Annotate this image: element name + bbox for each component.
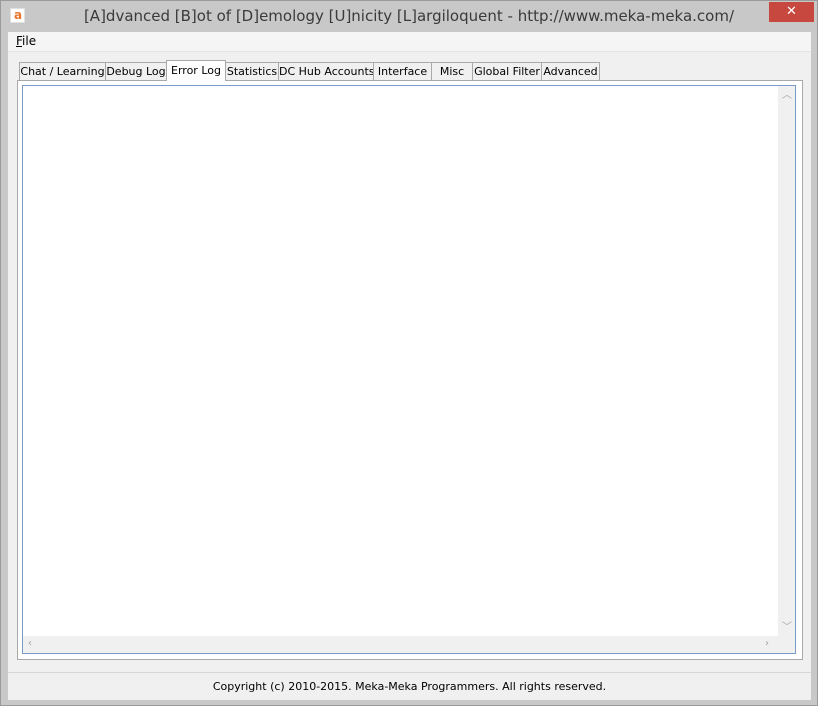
error-log-panel: ︿ ﹀ ‹ › [17,80,803,660]
tab-misc[interactable]: Misc [431,62,473,80]
menu-file[interactable]: File [16,34,36,48]
tab-chat-learning[interactable]: Chat / Learning [19,62,106,80]
tab-dc-hub-accounts[interactable]: DC Hub Accounts [278,62,375,80]
menu-file-label: ile [22,34,37,48]
scroll-down-icon[interactable]: ﹀ [782,623,792,633]
menu-bar: File [8,32,811,52]
tab-advanced[interactable]: Advanced [541,62,600,80]
title-bar[interactable]: a [A]dvanced [B]ot of [D]emology [U]nici… [1,1,817,32]
scroll-corner [778,636,795,653]
horizontal-scrollbar[interactable]: ‹ › [23,636,778,653]
tab-interface[interactable]: Interface [373,62,432,80]
scroll-left-icon[interactable]: ‹ [28,639,32,649]
tab-debug-log[interactable]: Debug Log [105,62,167,80]
tab-statistics[interactable]: Statistics [225,62,279,80]
vertical-scrollbar[interactable]: ︿ ﹀ [778,86,795,637]
app-window: a [A]dvanced [B]ot of [D]emology [U]nici… [0,0,818,706]
tab-global-filter[interactable]: Global Filter [472,62,542,80]
close-button[interactable]: ✕ [769,2,814,22]
copyright-text: Copyright (c) 2010-2015. Meka-Meka Progr… [212,680,607,693]
window-title: [A]dvanced [B]ot of [D]emology [U]nicity… [83,7,735,25]
tab-error-log[interactable]: Error Log [166,60,226,81]
close-icon: ✕ [786,4,797,19]
scroll-right-icon[interactable]: › [765,639,769,649]
client-area: File Chat / Learning Debug Log Error Log… [8,32,811,700]
error-log-textbox[interactable]: ︿ ﹀ ‹ › [22,85,796,654]
status-bar: Copyright (c) 2010-2015. Meka-Meka Progr… [8,672,811,700]
scroll-up-icon[interactable]: ︿ [782,91,792,101]
